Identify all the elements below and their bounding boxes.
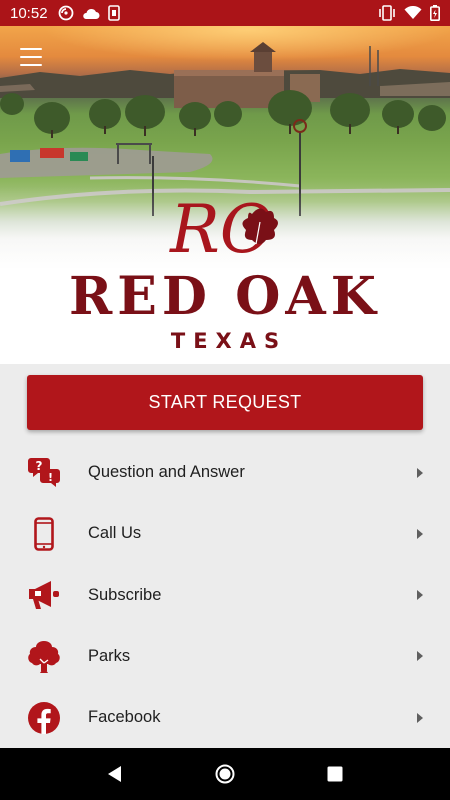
hamburger-menu-icon[interactable]: [20, 48, 42, 66]
chevron-right-icon: [417, 590, 423, 601]
battery-icon: [430, 5, 440, 21]
city-logo: RO RED OAK TEXAS: [0, 186, 450, 353]
cast-icon: [58, 5, 73, 21]
app-screen: 10:52 RO RED OAK TEXAS START REQUEST ? !…: [0, 0, 450, 800]
megaphone-icon: [26, 577, 62, 613]
home-icon[interactable]: [205, 754, 245, 794]
chevron-right-icon: [417, 651, 423, 662]
logo-state-name: TEXAS: [170, 329, 288, 353]
menu-item-facebook[interactable]: Facebook: [0, 687, 450, 748]
chevron-right-icon: [417, 712, 423, 723]
facebook-icon: [26, 700, 62, 736]
tree-icon: [26, 638, 62, 674]
status-icons-right: [378, 5, 440, 21]
hamburger-bar: [20, 48, 42, 50]
ro-monogram-logo: RO: [169, 191, 278, 266]
vibrate-icon: [379, 5, 395, 21]
wifi-icon: [404, 6, 422, 19]
status-time: 10:52: [10, 4, 48, 22]
menu-item-label: Facebook: [88, 708, 161, 727]
cloud-icon: [82, 8, 100, 19]
menu-item-label: Question and Answer: [88, 463, 245, 482]
recents-icon[interactable]: [315, 754, 355, 794]
menu-item-label: Parks: [88, 646, 131, 665]
chevron-right-icon: [417, 528, 423, 539]
menu-item-label: Subscribe: [88, 585, 162, 604]
hamburger-bar: [20, 56, 42, 58]
question-bubbles-icon: ? !: [26, 455, 62, 491]
sim-icon: [107, 5, 120, 21]
back-icon[interactable]: [95, 754, 135, 794]
menu-item-label: Call Us: [88, 524, 142, 543]
hero-header: RO RED OAK TEXAS: [0, 26, 450, 364]
svg-text:!: !: [48, 471, 53, 484]
chevron-right-icon: [417, 467, 423, 478]
status-bar: 10:52: [0, 0, 450, 26]
menu-item-call-us[interactable]: Call Us: [0, 503, 450, 564]
menu-item-question-and-answer[interactable]: ? ! Question and Answer: [0, 442, 450, 503]
menu-list: ? ! Question and Answer Call Us Subscrib…: [0, 442, 450, 748]
status-icons-left: [58, 5, 120, 21]
phone-icon: [26, 516, 62, 552]
android-nav-bar: [0, 748, 450, 800]
menu-item-parks[interactable]: Parks: [0, 626, 450, 687]
start-request-button[interactable]: START REQUEST: [27, 375, 423, 430]
menu-item-subscribe[interactable]: Subscribe: [0, 565, 450, 626]
hamburger-bar: [20, 64, 42, 66]
logo-city-name: RED OAK: [69, 266, 381, 327]
